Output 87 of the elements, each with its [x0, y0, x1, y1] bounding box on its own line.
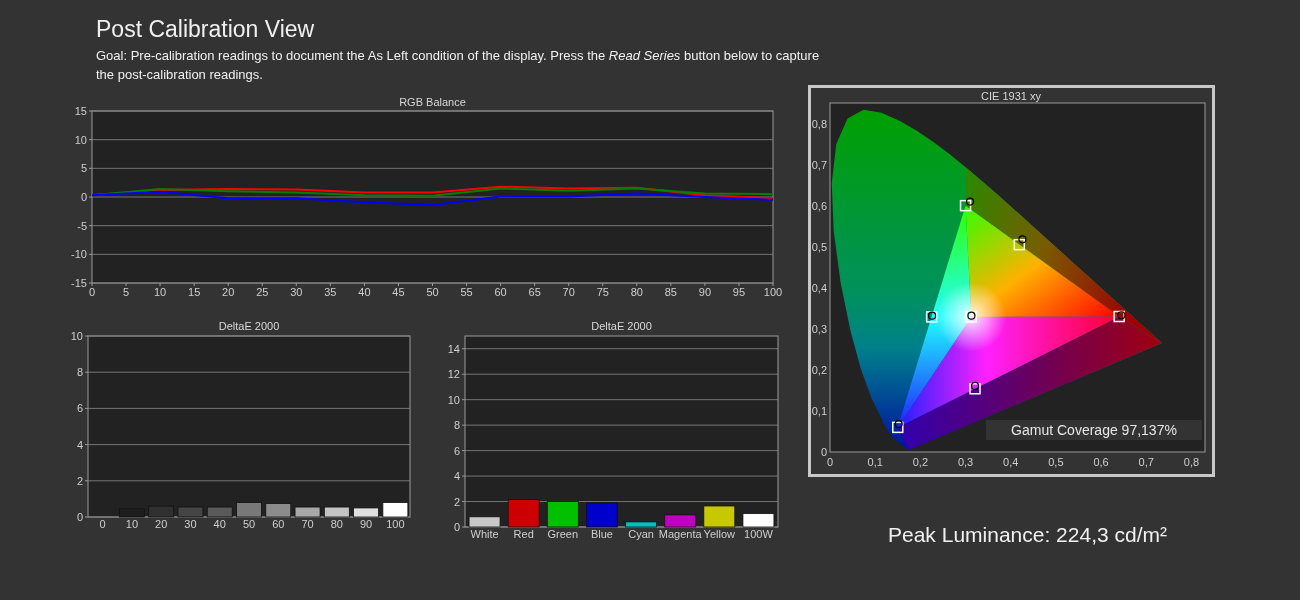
axis-tick-label: 6	[76, 402, 83, 415]
axis-tick-label: 95	[732, 286, 746, 298]
axis-tick-label: 20	[222, 286, 235, 298]
axis-tick-label: 0,2	[811, 363, 827, 376]
axis-tick-label: 40	[358, 286, 371, 298]
axis-tick-label: 0,6	[1093, 456, 1109, 468]
axis-tick-label: 5	[123, 286, 130, 298]
category-label: White	[470, 528, 499, 540]
chart-title: RGB Balance	[399, 96, 466, 108]
axis-tick-label: 85	[664, 286, 677, 298]
axis-tick-label: -15	[71, 277, 87, 289]
axis-tick-label: -5	[77, 219, 87, 232]
axis-tick-label: 0,3	[957, 456, 974, 468]
axis-tick-label: 0	[76, 511, 83, 523]
axis-tick-label: 4	[453, 470, 460, 483]
axis-tick-label: 10	[447, 393, 460, 406]
axis-tick-label: 10	[74, 133, 87, 146]
axis-tick-label: 0,5	[811, 240, 827, 253]
category-label: Blue	[590, 528, 613, 540]
axis-tick-label: 0,1	[867, 456, 883, 468]
axis-tick-label: 0,6	[811, 199, 827, 212]
category-label: 80	[330, 518, 343, 530]
axis-tick-label: 6	[453, 444, 460, 457]
category-label: Red	[513, 528, 534, 540]
axis-tick-label: 30	[290, 286, 303, 298]
axis-tick-label: 45	[392, 286, 405, 298]
axis-tick-label: 35	[324, 286, 337, 298]
axis-tick-label: 100	[763, 286, 783, 298]
category-label: 0	[99, 518, 106, 530]
axis-tick-label: 0	[453, 521, 460, 533]
category-label: Yellow	[703, 528, 735, 540]
category-label: Cyan	[628, 528, 654, 540]
gamut-coverage-label: Gamut Coverage 97,137%	[986, 420, 1202, 440]
axis-tick-label: 65	[528, 286, 541, 298]
axis-tick-label: 75	[596, 286, 609, 298]
axis-tick-label: 0,1	[811, 404, 827, 417]
axis-tick-label: 5	[80, 162, 87, 175]
chart-title: CIE 1931 xy	[981, 90, 1041, 102]
axis-tick-label: 8	[453, 419, 460, 432]
page-title: Post Calibration View	[96, 15, 316, 44]
axis-tick-label: 0,3	[811, 322, 827, 335]
category-label: 100	[386, 518, 405, 530]
axis-tick-label: 0	[826, 456, 834, 468]
axis-tick-label: 0,8	[811, 117, 827, 130]
axis-tick-label: 0,5	[1048, 456, 1064, 468]
axis-tick-label: 70	[562, 286, 575, 298]
axis-tick-label: 0,4	[1003, 456, 1019, 468]
axis-tick-label: 15	[188, 286, 201, 298]
axis-tick-label: 2	[76, 474, 83, 487]
chart-title: DeltaE 2000	[591, 320, 652, 332]
axis-tick-label: 8	[76, 366, 83, 379]
axis-tick-label: 25	[256, 286, 269, 298]
axis-tick-label: 0,7	[1138, 456, 1154, 468]
category-label: 10	[125, 518, 139, 530]
peak-luminance-reading: Peak Luminance: 224,3 cd/m²	[888, 522, 1168, 548]
chart-title: DeltaE 2000	[218, 320, 280, 332]
axis-tick-label: 0	[88, 286, 96, 298]
axis-tick-label: 14	[447, 342, 460, 355]
axis-tick-label: 0	[820, 446, 827, 458]
axis-tick-label: 10	[154, 286, 167, 298]
goal-description: Goal: Pre-calibration readings to document the As Left condition of the display. Press the Read Series button below to capture the post-calibration readings.	[96, 47, 821, 84]
axis-tick-label: 0,4	[811, 281, 827, 294]
axis-tick-label: 60	[494, 286, 507, 298]
category-label: Magenta	[658, 528, 702, 540]
axis-tick-label: 0,7	[811, 158, 827, 171]
axis-tick-label: 55	[460, 286, 473, 298]
axis-tick-label: -10	[71, 248, 87, 261]
axis-tick-label: 15	[74, 105, 87, 117]
category-label: 20	[155, 518, 168, 530]
axis-tick-label: 90	[698, 286, 712, 298]
axis-tick-label: 0,2	[912, 456, 928, 468]
category-label: 90	[359, 518, 373, 530]
category-label: 30	[184, 518, 197, 530]
axis-tick-label: 80	[630, 286, 643, 298]
axis-tick-label: 4	[76, 438, 83, 451]
category-label: 70	[301, 518, 314, 530]
category-label: 100W	[744, 528, 773, 540]
category-label: 50	[242, 518, 256, 530]
category-label: 60	[272, 518, 285, 530]
category-label: Green	[547, 528, 579, 540]
axis-tick-label: 50	[426, 286, 439, 298]
axis-tick-label: 12	[447, 368, 460, 381]
axis-tick-label: 0,8	[1183, 456, 1200, 468]
axis-tick-label: 0	[80, 191, 87, 203]
axis-tick-label: 10	[70, 330, 83, 342]
axis-tick-label: 2	[453, 495, 460, 508]
category-label: 40	[213, 518, 226, 530]
